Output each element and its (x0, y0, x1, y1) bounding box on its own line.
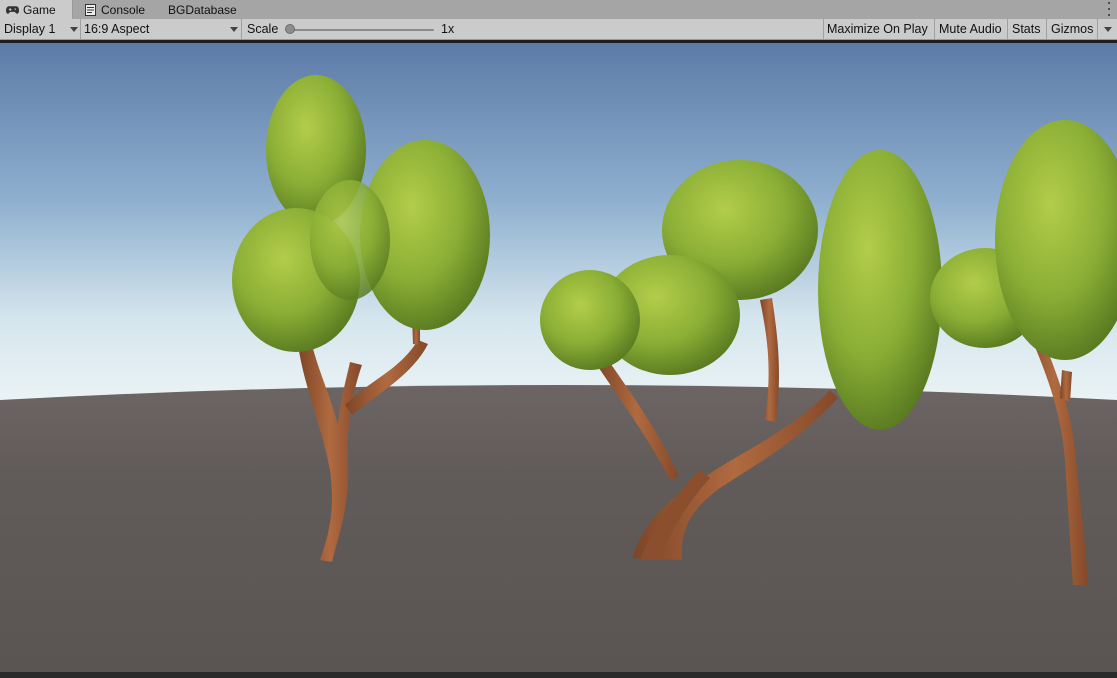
aspect-dropdown-label: 16:9 Aspect (84, 22, 150, 36)
tab-bar: Game Console BGDatabase (0, 0, 1117, 20)
tab-game-label: Game (23, 2, 56, 17)
scale-label: Scale (247, 22, 279, 36)
console-icon (84, 3, 97, 16)
gizmos-dropdown[interactable] (1102, 19, 1114, 39)
tab-bgdatabase-label: BGDatabase (168, 2, 237, 17)
aspect-dropdown[interactable]: 16:9 Aspect (84, 19, 238, 39)
bottom-border (0, 672, 1117, 678)
maximize-on-play-toggle[interactable]: Maximize On Play (827, 19, 928, 39)
display-dropdown[interactable]: Display 1 (4, 19, 78, 39)
mute-audio-toggle[interactable]: Mute Audio (939, 19, 1002, 39)
toolbar-divider (80, 19, 81, 39)
game-toolbar: Display 1 16:9 Aspect Scale 1x Maximize … (0, 19, 1117, 40)
scale-slider-thumb[interactable] (285, 24, 295, 34)
toolbar-divider (1097, 19, 1098, 39)
game-viewport[interactable] (0, 40, 1117, 672)
chevron-down-icon (1104, 26, 1112, 32)
more-options-icon[interactable] (1107, 2, 1111, 16)
tab-console-label: Console (101, 2, 146, 17)
chevron-down-icon (230, 26, 238, 32)
tab-console[interactable]: Console (78, 0, 158, 19)
toolbar-divider (934, 19, 935, 39)
scene-render (0, 40, 1117, 672)
viewport-border (0, 40, 1117, 43)
chevron-down-icon (70, 26, 78, 32)
stats-toggle[interactable]: Stats (1012, 19, 1041, 39)
tab-game[interactable]: Game (0, 0, 73, 19)
gizmos-toggle[interactable]: Gizmos (1051, 19, 1093, 39)
display-dropdown-label: Display 1 (4, 22, 56, 36)
ground-plane (0, 385, 1117, 672)
tab-bgdatabase[interactable]: BGDatabase (162, 0, 252, 19)
toolbar-divider (823, 19, 824, 39)
toolbar-divider (1046, 19, 1047, 39)
toolbar-divider (241, 19, 242, 39)
gamepad-icon (6, 3, 19, 16)
scale-value: 1x (441, 22, 455, 36)
toolbar-divider (1007, 19, 1008, 39)
scale-slider-track[interactable] (290, 29, 434, 31)
